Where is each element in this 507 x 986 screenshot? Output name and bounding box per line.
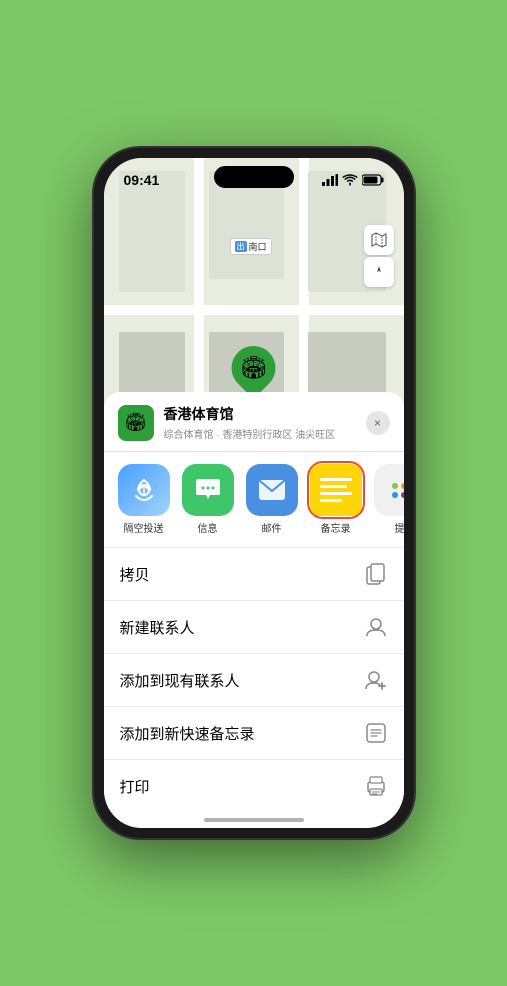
more-dots-row2 [392, 492, 404, 498]
dot-b [392, 492, 398, 498]
phone-frame: 09:41 [94, 148, 414, 838]
copy-svg [366, 563, 386, 585]
mail-label: 邮件 [262, 520, 282, 535]
status-time: 09:41 [124, 172, 160, 188]
message-icon [194, 477, 222, 503]
phone-screen: 09:41 [104, 158, 404, 828]
new-contact-label: 新建联系人 [120, 617, 195, 638]
notes-line-1 [320, 478, 352, 481]
notes-line-2 [320, 485, 347, 488]
mail-icon-box [246, 464, 298, 516]
print-icon [364, 774, 388, 798]
action-add-contact[interactable]: 添加到现有联系人 [104, 654, 404, 707]
notes-highlight-wrapper [310, 464, 362, 516]
airdrop-icon [130, 476, 158, 504]
notes-line-4 [320, 499, 342, 502]
action-copy[interactable]: 拷贝 [104, 548, 404, 601]
battery-icon [362, 174, 384, 186]
home-indicator [204, 818, 304, 822]
close-button[interactable]: × [366, 411, 390, 435]
more-dots [392, 483, 404, 498]
action-quick-notes[interactable]: 添加到新快速备忘录 [104, 707, 404, 760]
print-svg [365, 776, 387, 796]
action-list: 拷贝 新建联系人 [104, 547, 404, 812]
dynamic-island [214, 166, 294, 188]
venue-header: 🏟 香港体育馆 综合体育馆 · 香港特别行政区 油尖旺区 × [104, 404, 404, 452]
venue-info: 香港体育馆 综合体育馆 · 香港特别行政区 油尖旺区 [164, 404, 356, 441]
copy-label: 拷贝 [120, 564, 150, 585]
venue-name: 香港体育馆 [164, 404, 356, 424]
pin-shape: 🏟 [222, 336, 284, 398]
share-airdrop[interactable]: 隔空投送 [118, 464, 170, 535]
mail-icon [258, 479, 286, 501]
print-label: 打印 [120, 776, 150, 797]
share-row: 隔空投送 信息 [104, 452, 404, 547]
new-contact-svg [365, 616, 387, 638]
action-new-contact[interactable]: 新建联系人 [104, 601, 404, 654]
notes-line-3 [320, 492, 352, 495]
share-messages[interactable]: 信息 [182, 464, 234, 535]
more-dots-row1 [392, 483, 404, 489]
add-contact-icon [364, 668, 388, 692]
message-label: 信息 [198, 520, 218, 535]
share-notes[interactable]: 备忘录 [310, 464, 362, 535]
road-h2 [104, 305, 404, 315]
map-label: 出 南口 [230, 238, 272, 255]
message-icon-box [182, 464, 234, 516]
quick-notes-icon [364, 721, 388, 745]
wifi-icon [342, 174, 358, 186]
action-print[interactable]: 打印 [104, 760, 404, 812]
status-icons [322, 174, 384, 186]
share-mail[interactable]: 邮件 [246, 464, 298, 535]
location-icon [372, 265, 386, 279]
block9 [308, 332, 386, 399]
venue-subtitle: 综合体育馆 · 香港特别行政区 油尖旺区 [164, 426, 356, 441]
airdrop-label: 隔空投送 [124, 520, 164, 535]
signal-icon [322, 174, 338, 186]
more-label: 提 [395, 520, 404, 535]
airdrop-icon-box [118, 464, 170, 516]
map-label-text: 南口 [249, 240, 267, 253]
map-controls [364, 225, 394, 287]
notes-label: 备忘录 [321, 520, 351, 535]
quick-notes-svg [366, 723, 386, 743]
dot-r [392, 483, 398, 489]
map-label-tag: 出 [235, 241, 247, 252]
copy-icon [364, 562, 388, 586]
more-icon-box [374, 464, 404, 516]
bottom-sheet: 🏟 香港体育馆 综合体育馆 · 香港特别行政区 油尖旺区 × [104, 392, 404, 828]
notes-icon-box [310, 464, 362, 516]
map-type-button[interactable] [364, 225, 394, 255]
notes-lines [320, 478, 352, 502]
location-button[interactable] [364, 257, 394, 287]
quick-notes-label: 添加到新快速备忘录 [120, 723, 255, 744]
add-contact-label: 添加到现有联系人 [120, 670, 240, 691]
map-type-icon [371, 232, 387, 248]
dot-p [401, 492, 404, 498]
pin-emoji: 🏟 [240, 355, 268, 381]
venue-icon: 🏟 [118, 405, 154, 441]
new-contact-icon [364, 615, 388, 639]
share-more[interactable]: 提 [374, 464, 404, 535]
dot-o [401, 483, 404, 489]
block7 [119, 332, 185, 399]
add-contact-svg [365, 669, 387, 691]
